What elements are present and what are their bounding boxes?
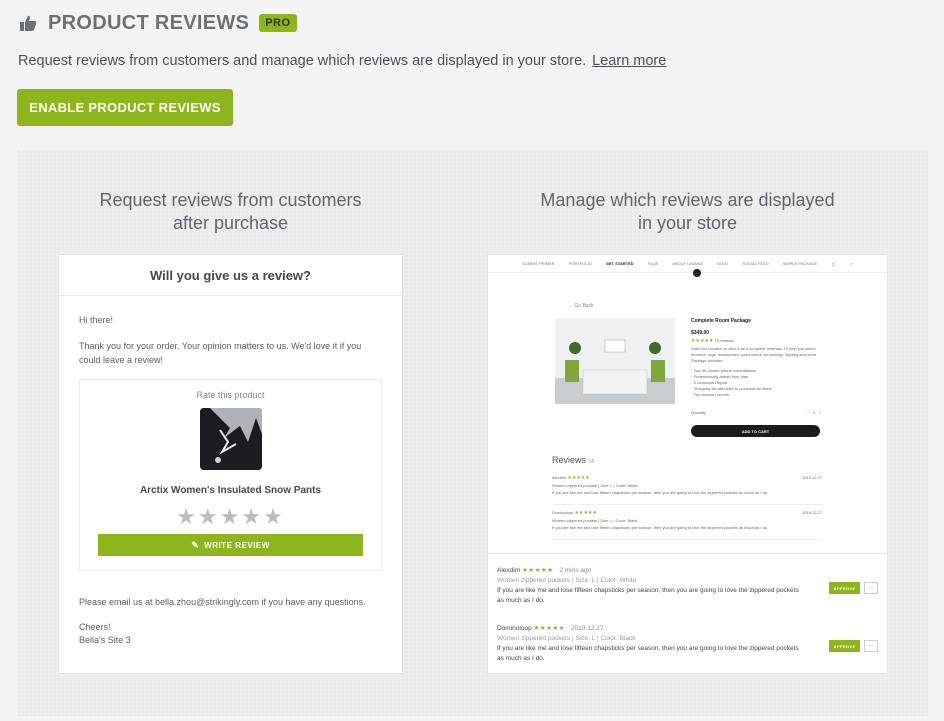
rate-product-box: Rate this product Arctix Women's Insulat… xyxy=(79,379,382,571)
store-nav: SUMMIT PRIMER PORTFOLIO GET STARTED FAQS… xyxy=(488,255,887,273)
email-greeting: Hi there! xyxy=(79,315,114,325)
left-title-line1: Request reviews from customers xyxy=(99,190,362,210)
email-message: Thank you for your order. Your opinion m… xyxy=(79,341,362,365)
product-name: Arctix Women's Insulated Snow Pants xyxy=(139,485,322,496)
more-options-button[interactable]: ··· xyxy=(864,640,878,652)
reviewer-name: Alexdim xyxy=(552,475,567,480)
reviews-heading-text: Reviews xyxy=(552,455,587,465)
search-icon: ⌕ xyxy=(850,261,853,266)
review-time: 2 mins ago xyxy=(559,567,592,574)
store-nav-item: PORTFOLIO xyxy=(568,261,592,266)
store-nav-item: ABOUT LEANNE xyxy=(672,261,704,266)
review-text: If you are like me and lose fifteen chap… xyxy=(552,490,769,495)
store-reviews-preview: SUMMIT PRIMER PORTFOLIO GET STARTED FAQS… xyxy=(487,254,888,674)
product-rating: ★★★★★ 75 reviews xyxy=(691,338,821,344)
store-nav-item: FAQS xyxy=(647,261,659,266)
review-request-email-preview: Will you give us a review? Hi there! Tha… xyxy=(58,254,403,674)
quantity-value: 1 xyxy=(813,410,816,415)
email-footer: Please email us at bella.zhou@strikingly… xyxy=(59,596,402,647)
store-nav-item: SOCIAL FEED xyxy=(742,261,769,266)
right-title-line2: in your store xyxy=(637,213,738,233)
review-moderation-list: Alexdim ★★★★★ 2 mins ago Women zippered … xyxy=(488,553,887,673)
cart-icon: 🛒 xyxy=(831,261,837,266)
product-price: $349.00 xyxy=(691,330,710,336)
review-text: If you are like me and lose fifteen chap… xyxy=(552,525,769,530)
left-title-line2: after purchase xyxy=(172,213,289,233)
rating-stars: ★★★★★ xyxy=(691,338,714,344)
reviewer-name: Dominoloop xyxy=(497,625,532,632)
review-stars: ★★★★★ xyxy=(521,567,554,574)
page-title: PRODUCT REVIEWS xyxy=(48,11,250,34)
review-time: 2019.12.27 xyxy=(570,625,604,632)
quantity-row: Quantity − 1 + xyxy=(691,410,821,415)
email-signature: Bella's Site 3 xyxy=(79,635,131,645)
store-nav-item: GET STARTED xyxy=(605,261,634,266)
review-meta: Women zippered pockets | Size: L | Color… xyxy=(497,577,637,584)
quantity-label: Quantity xyxy=(691,410,706,415)
quantity-stepper: − 1 + xyxy=(807,410,821,415)
review-text: If you are like me and lose fifteen chap… xyxy=(497,587,799,604)
reviewer-name: Alexdim xyxy=(497,567,521,574)
review-meta: Women zippered pockets | Size: L | Color… xyxy=(552,483,638,488)
add-to-cart-button: ADD TO CART xyxy=(691,425,820,437)
more-options-button[interactable]: ··· xyxy=(864,582,878,594)
star-rating-input[interactable]: ★★★★★ xyxy=(80,506,381,528)
room-product-image xyxy=(555,318,675,404)
product-description: Start from scratch or view it as a compl… xyxy=(691,346,818,363)
go-back-link: ← Go Back xyxy=(568,303,594,309)
review-text: If you are like me and lose fifteen chap… xyxy=(497,645,799,662)
store-review-item: Dominoloop ★★★★★ 2019.12.27 Women zipper… xyxy=(552,509,822,540)
description-text: Request reviews from customers and manag… xyxy=(18,53,587,69)
right-column-title: Manage which reviews are displayed in yo… xyxy=(487,189,888,235)
pencil-icon: ✎ xyxy=(191,539,200,550)
pro-badge: PRO xyxy=(259,14,297,32)
reviews-heading: Reviews 55 xyxy=(552,455,595,465)
store-review-item: Alexdim ★★★★★ 2019.12.27 Women zippered … xyxy=(552,474,822,505)
review-meta: Women zippered pockets | Size: L | Color… xyxy=(497,635,636,642)
review-stars: ★★★★★ xyxy=(533,625,566,632)
thumbs-up-icon xyxy=(18,13,38,33)
email-contact: Please email us at bella.zhou@strikingly… xyxy=(79,597,366,607)
review-date: 2019.12.27 xyxy=(801,475,822,480)
email-heading: Will you give us a review? xyxy=(59,255,402,296)
page-description: Request reviews from customers and manag… xyxy=(18,53,666,69)
review-meta: Women zippered pockets | Size: L | Color… xyxy=(552,518,638,523)
store-nav-item: SIMPLE PACKAGE xyxy=(782,261,818,266)
product-bullets: · Two 45-minute phone consultations · Pr… xyxy=(691,368,772,397)
right-title-line1: Manage which reviews are displayed xyxy=(540,190,835,210)
product-info: Complete Room Package $349.00 ★★★★★ 75 r… xyxy=(691,318,821,398)
review-date: 2019.12.27 xyxy=(801,510,822,515)
product-image xyxy=(199,408,262,470)
store-nav-item: BLOG xyxy=(717,261,729,266)
review-stars: ★★★★★ xyxy=(567,475,590,481)
enable-product-reviews-button[interactable]: ENABLE PRODUCT REVIEWS xyxy=(17,89,233,126)
reviewer-name: Dominoloop xyxy=(552,510,574,515)
left-column-title: Request reviews from customers after pur… xyxy=(58,189,403,235)
approve-review-button[interactable]: APPROVE xyxy=(829,582,860,594)
email-body: Hi there! Thank you for your order. Your… xyxy=(59,296,402,588)
review-stars: ★★★★★ xyxy=(574,510,597,516)
rating-count: 75 reviews xyxy=(714,338,734,343)
write-review-label: WRITE REVIEW xyxy=(204,540,270,550)
learn-more-link[interactable]: Learn more xyxy=(592,53,666,69)
write-review-button[interactable]: ✎ WRITE REVIEW xyxy=(98,534,363,556)
moderation-review-item: Dominoloop ★★★★★ 2019.12.27 Women zipper… xyxy=(497,624,879,664)
store-nav-item: SUMMIT PRIMER xyxy=(522,261,555,266)
page-header: PRODUCT REVIEWS PRO xyxy=(18,10,297,36)
moderation-review-item: Alexdim ★★★★★ 2 mins ago Women zippered … xyxy=(497,566,879,606)
store-logo xyxy=(693,269,701,277)
approve-review-button[interactable]: APPROVE xyxy=(829,640,860,652)
rate-label: Rate this product xyxy=(196,390,265,400)
product-title: Complete Room Package xyxy=(691,318,752,324)
reviews-count: 55 xyxy=(589,459,595,465)
email-signoff: Cheers! xyxy=(79,622,111,632)
